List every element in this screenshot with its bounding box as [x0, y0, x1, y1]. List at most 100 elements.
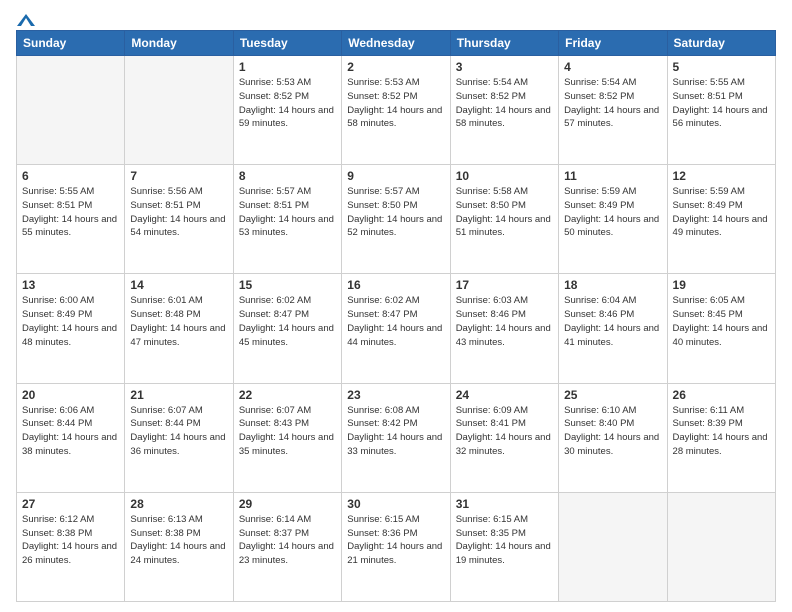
- day-info: Sunrise: 5:59 AM Sunset: 8:49 PM Dayligh…: [673, 185, 770, 240]
- day-info: Sunrise: 6:05 AM Sunset: 8:45 PM Dayligh…: [673, 294, 770, 349]
- calendar-week-0: 1 Sunrise: 5:53 AM Sunset: 8:52 PM Daylig…: [17, 56, 776, 165]
- calendar-cell: 9 Sunrise: 5:57 AM Sunset: 8:50 PM Daylig…: [342, 165, 450, 274]
- logo: [16, 12, 35, 24]
- day-info: Sunrise: 6:10 AM Sunset: 8:40 PM Dayligh…: [564, 404, 661, 459]
- day-info: Sunrise: 5:54 AM Sunset: 8:52 PM Dayligh…: [456, 76, 553, 131]
- day-info: Sunrise: 6:04 AM Sunset: 8:46 PM Dayligh…: [564, 294, 661, 349]
- calendar-cell: 21Sunrise: 6:07 AM Sunset: 8:44 PM Dayli…: [125, 383, 233, 492]
- day-info: Sunrise: 6:02 AM Sunset: 8:47 PM Dayligh…: [239, 294, 336, 349]
- calendar-cell: 1 Sunrise: 5:53 AM Sunset: 8:52 PM Daylig…: [233, 56, 341, 165]
- day-info: Sunrise: 5:58 AM Sunset: 8:50 PM Dayligh…: [456, 185, 553, 240]
- header-thursday: Thursday: [450, 31, 558, 56]
- calendar-cell: 31 Sunrise: 6:15 AM Sunset: 8:35 PM Dayli…: [450, 492, 558, 601]
- calendar-cell: 25 Sunrise: 6:10 AM Sunset: 8:40 PM Dayli…: [559, 383, 667, 492]
- calendar-cell: [17, 56, 125, 165]
- day-info: Sunrise: 6:13 AM Sunset: 8:38 PM Dayligh…: [130, 513, 227, 568]
- calendar-cell: 15 Sunrise: 6:02 AM Sunset: 8:47 PM Dayli…: [233, 274, 341, 383]
- day-number: 10: [456, 169, 553, 183]
- day-number: 1: [239, 60, 336, 74]
- calendar-cell: [559, 492, 667, 601]
- header-monday: Monday: [125, 31, 233, 56]
- day-info: Sunrise: 6:06 AM Sunset: 8:44 PM Dayligh…: [22, 404, 119, 459]
- calendar-cell: 28 Sunrise: 6:13 AM Sunset: 8:38 PM Dayli…: [125, 492, 233, 601]
- page: Sunday Monday Tuesday Wednesday Thursday…: [0, 0, 792, 612]
- calendar-cell: 3 Sunrise: 5:54 AM Sunset: 8:52 PM Daylig…: [450, 56, 558, 165]
- day-number: 22: [239, 388, 336, 402]
- calendar-table: Sunday Monday Tuesday Wednesday Thursday…: [16, 30, 776, 602]
- calendar-cell: 13Sunrise: 6:00 AM Sunset: 8:49 PM Dayli…: [17, 274, 125, 383]
- day-number: 31: [456, 497, 553, 511]
- day-info: Sunrise: 6:12 AM Sunset: 8:38 PM Dayligh…: [22, 513, 119, 568]
- day-info: Sunrise: 6:15 AM Sunset: 8:36 PM Dayligh…: [347, 513, 444, 568]
- calendar-cell: 17 Sunrise: 6:03 AM Sunset: 8:46 PM Dayli…: [450, 274, 558, 383]
- day-number: 17: [456, 278, 553, 292]
- day-number: 28: [130, 497, 227, 511]
- day-number: 7: [130, 169, 227, 183]
- day-info: Sunrise: 5:55 AM Sunset: 8:51 PM Dayligh…: [22, 185, 119, 240]
- day-info: Sunrise: 6:15 AM Sunset: 8:35 PM Dayligh…: [456, 513, 553, 568]
- calendar-cell: 6 Sunrise: 5:55 AM Sunset: 8:51 PM Daylig…: [17, 165, 125, 274]
- calendar-week-4: 27 Sunrise: 6:12 AM Sunset: 8:38 PM Dayli…: [17, 492, 776, 601]
- day-info: Sunrise: 5:56 AM Sunset: 8:51 PM Dayligh…: [130, 185, 227, 240]
- calendar-cell: [667, 492, 775, 601]
- calendar-week-3: 20Sunrise: 6:06 AM Sunset: 8:44 PM Dayli…: [17, 383, 776, 492]
- calendar-cell: 26 Sunrise: 6:11 AM Sunset: 8:39 PM Dayli…: [667, 383, 775, 492]
- day-number: 12: [673, 169, 770, 183]
- day-info: Sunrise: 5:53 AM Sunset: 8:52 PM Dayligh…: [239, 76, 336, 131]
- day-number: 27: [22, 497, 119, 511]
- day-number: 29: [239, 497, 336, 511]
- calendar-cell: 5Sunrise: 5:55 AM Sunset: 8:51 PM Daylig…: [667, 56, 775, 165]
- day-number: 3: [456, 60, 553, 74]
- day-number: 23: [347, 388, 444, 402]
- day-info: Sunrise: 5:59 AM Sunset: 8:49 PM Dayligh…: [564, 185, 661, 240]
- day-number: 30: [347, 497, 444, 511]
- day-info: Sunrise: 5:54 AM Sunset: 8:52 PM Dayligh…: [564, 76, 661, 131]
- day-number: 8: [239, 169, 336, 183]
- day-info: Sunrise: 6:03 AM Sunset: 8:46 PM Dayligh…: [456, 294, 553, 349]
- calendar-cell: 4 Sunrise: 5:54 AM Sunset: 8:52 PM Daylig…: [559, 56, 667, 165]
- day-info: Sunrise: 6:09 AM Sunset: 8:41 PM Dayligh…: [456, 404, 553, 459]
- calendar-cell: 20Sunrise: 6:06 AM Sunset: 8:44 PM Dayli…: [17, 383, 125, 492]
- calendar-cell: 2Sunrise: 5:53 AM Sunset: 8:52 PM Daylig…: [342, 56, 450, 165]
- calendar-cell: 16Sunrise: 6:02 AM Sunset: 8:47 PM Dayli…: [342, 274, 450, 383]
- header-saturday: Saturday: [667, 31, 775, 56]
- day-number: 18: [564, 278, 661, 292]
- day-number: 2: [347, 60, 444, 74]
- calendar-cell: [125, 56, 233, 165]
- calendar-cell: 19 Sunrise: 6:05 AM Sunset: 8:45 PM Dayli…: [667, 274, 775, 383]
- day-number: 14: [130, 278, 227, 292]
- day-info: Sunrise: 5:57 AM Sunset: 8:50 PM Dayligh…: [347, 185, 444, 240]
- calendar-week-2: 13Sunrise: 6:00 AM Sunset: 8:49 PM Dayli…: [17, 274, 776, 383]
- day-number: 6: [22, 169, 119, 183]
- day-number: 15: [239, 278, 336, 292]
- header-wednesday: Wednesday: [342, 31, 450, 56]
- day-info: Sunrise: 6:11 AM Sunset: 8:39 PM Dayligh…: [673, 404, 770, 459]
- header: [16, 12, 776, 24]
- calendar-cell: 29 Sunrise: 6:14 AM Sunset: 8:37 PM Dayli…: [233, 492, 341, 601]
- day-number: 9: [347, 169, 444, 183]
- day-info: Sunrise: 6:08 AM Sunset: 8:42 PM Dayligh…: [347, 404, 444, 459]
- calendar-cell: 23 Sunrise: 6:08 AM Sunset: 8:42 PM Dayli…: [342, 383, 450, 492]
- day-number: 21: [130, 388, 227, 402]
- day-info: Sunrise: 6:02 AM Sunset: 8:47 PM Dayligh…: [347, 294, 444, 349]
- day-info: Sunrise: 5:55 AM Sunset: 8:51 PM Dayligh…: [673, 76, 770, 131]
- header-friday: Friday: [559, 31, 667, 56]
- calendar-cell: 22Sunrise: 6:07 AM Sunset: 8:43 PM Dayli…: [233, 383, 341, 492]
- day-number: 26: [673, 388, 770, 402]
- calendar-cell: 30 Sunrise: 6:15 AM Sunset: 8:36 PM Dayli…: [342, 492, 450, 601]
- calendar-cell: 10 Sunrise: 5:58 AM Sunset: 8:50 PM Dayli…: [450, 165, 558, 274]
- calendar-cell: 11Sunrise: 5:59 AM Sunset: 8:49 PM Dayli…: [559, 165, 667, 274]
- calendar-cell: 18 Sunrise: 6:04 AM Sunset: 8:46 PM Dayli…: [559, 274, 667, 383]
- calendar-cell: 8 Sunrise: 5:57 AM Sunset: 8:51 PM Daylig…: [233, 165, 341, 274]
- day-number: 25: [564, 388, 661, 402]
- header-sunday: Sunday: [17, 31, 125, 56]
- day-info: Sunrise: 6:14 AM Sunset: 8:37 PM Dayligh…: [239, 513, 336, 568]
- header-tuesday: Tuesday: [233, 31, 341, 56]
- calendar-cell: 12 Sunrise: 5:59 AM Sunset: 8:49 PM Dayli…: [667, 165, 775, 274]
- day-info: Sunrise: 5:57 AM Sunset: 8:51 PM Dayligh…: [239, 185, 336, 240]
- day-info: Sunrise: 6:00 AM Sunset: 8:49 PM Dayligh…: [22, 294, 119, 349]
- calendar-cell: 7 Sunrise: 5:56 AM Sunset: 8:51 PM Daylig…: [125, 165, 233, 274]
- day-number: 4: [564, 60, 661, 74]
- day-number: 19: [673, 278, 770, 292]
- calendar-cell: 27 Sunrise: 6:12 AM Sunset: 8:38 PM Dayli…: [17, 492, 125, 601]
